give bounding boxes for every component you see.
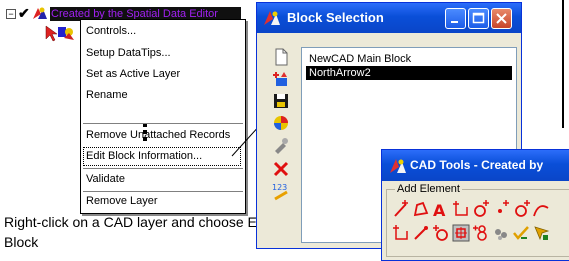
pen-icon[interactable] [271, 135, 291, 155]
menu-item-validate[interactable]: Validate [83, 170, 241, 189]
point-tool-icon[interactable] [452, 200, 470, 218]
new-block-icon[interactable] [271, 47, 291, 67]
save-icon[interactable] [271, 91, 291, 111]
app-icon [390, 159, 406, 173]
list-item[interactable]: NewCAD Main Block [306, 52, 512, 66]
freehand-tool-icon[interactable] [532, 200, 550, 218]
add-block-icon[interactable] [271, 69, 291, 89]
rectangle-tool-icon[interactable] [412, 224, 430, 242]
cad-tools-titlebar[interactable]: CAD Tools - Created by [382, 150, 569, 181]
node-tool-icon[interactable] [472, 200, 490, 218]
list-item-selected[interactable]: NorthArrow2 [306, 66, 512, 80]
check-tool-icon[interactable] [472, 224, 490, 242]
arc-tool-icon[interactable] [512, 200, 530, 218]
text-tool-icon[interactable]: A [432, 200, 450, 218]
menu-item-rename[interactable]: Rename [83, 86, 241, 105]
menu-separator [83, 123, 243, 124]
menu-item-remove-layer[interactable]: Remove Layer [83, 192, 241, 211]
menu-item-controls[interactable]: Controls... [83, 22, 241, 41]
symbol-tool-icon[interactable] [452, 224, 470, 242]
svg-text:A: A [433, 201, 446, 218]
app-icon [264, 11, 280, 25]
cad-tools-window: CAD Tools - Created by Add Element A [381, 149, 569, 261]
menu-separator [83, 168, 243, 169]
checkmark-icon[interactable]: ✔ [18, 5, 30, 21]
close-icon[interactable] [491, 8, 512, 29]
block-selection-titlebar[interactable]: Block Selection [257, 3, 521, 33]
menu-item-edit-block-info[interactable]: Edit Block Information... [83, 147, 241, 166]
polygon-tool-icon[interactable] [412, 200, 430, 218]
maximize-icon[interactable] [468, 8, 489, 29]
svg-text:123: 123 [272, 183, 287, 192]
ellipse-tool-icon[interactable] [432, 224, 450, 242]
line-tool-icon[interactable] [392, 200, 410, 218]
menu-item-set-active-layer[interactable]: Set as Active Layer [83, 65, 241, 84]
cad-symbol-icon [45, 25, 74, 42]
menu-item-setup-datatips[interactable]: Setup DataTips... [83, 44, 241, 63]
misc-tool-icon[interactable] [532, 224, 550, 242]
minimize-icon[interactable] [445, 8, 466, 29]
cad-layer-icon [33, 7, 47, 19]
window-title: Block Selection [287, 10, 384, 25]
add-element-group: Add Element A [386, 182, 569, 257]
caption-text: Right-click on a CAD layer and choose Ed… [4, 214, 272, 250]
color-icon[interactable] [271, 113, 291, 133]
context-menu: Controls... Setup DataTips... Set as Act… [80, 19, 246, 214]
misc-tool-icon[interactable] [492, 224, 510, 242]
circle-tool-icon[interactable] [392, 224, 410, 242]
menu-item-remove-unattached[interactable]: Remove Unattached Records [83, 126, 241, 145]
background-window-edge [562, 0, 564, 128]
numbering-icon[interactable]: 123 [271, 181, 291, 201]
block-toolbar: 123 [271, 47, 293, 237]
window-title: CAD Tools - Created by [410, 158, 544, 172]
collapse-toggle-icon[interactable]: − [6, 9, 16, 19]
delete-icon[interactable] [271, 159, 291, 179]
check-tool-icon[interactable] [512, 224, 530, 242]
group-label: Add Element [395, 182, 462, 196]
curve-tool-icon[interactable] [492, 200, 510, 218]
